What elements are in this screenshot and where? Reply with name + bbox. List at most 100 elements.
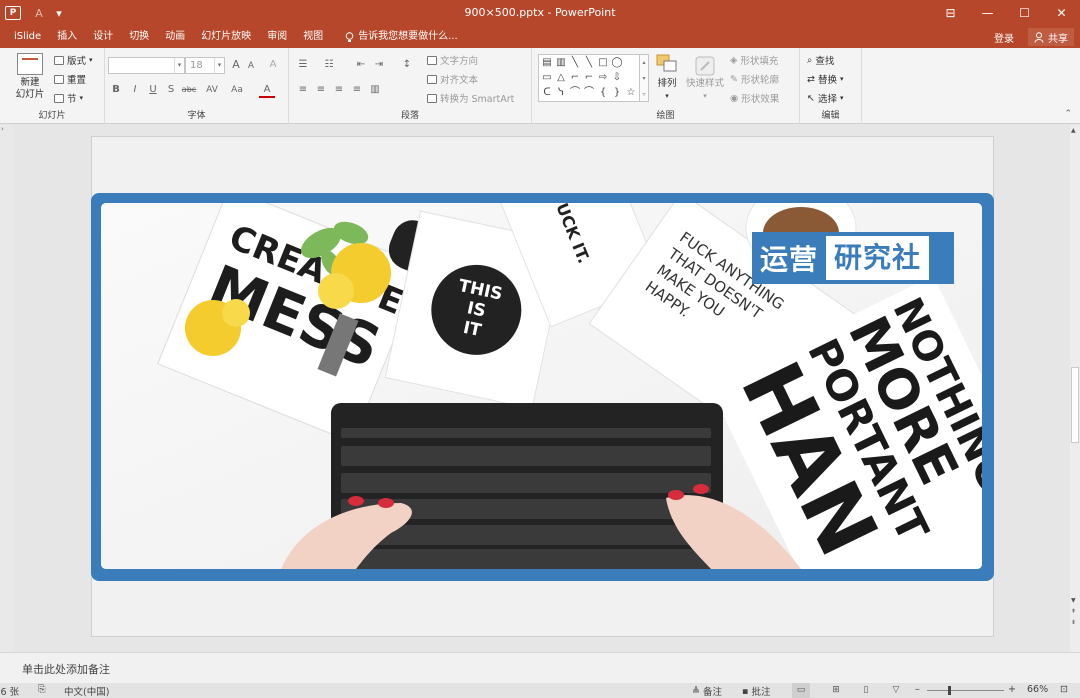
replace-button[interactable]: ⇄ 替换 ▾	[807, 72, 844, 87]
shape-effects-button[interactable]: ◉ 形状效果	[730, 91, 779, 106]
tab-insert[interactable]: 插入	[49, 26, 85, 48]
shape-arc-2[interactable]: ⌒	[582, 85, 596, 100]
shape-elbow-arrow[interactable]: ⌐	[582, 70, 596, 85]
reading-view-button[interactable]: ▯	[857, 683, 875, 698]
fit-to-window-button[interactable]: ⊡	[1060, 684, 1068, 695]
section-button[interactable]: 节 ▾	[54, 91, 83, 105]
shape-text-box[interactable]: ▤	[540, 55, 554, 70]
tell-me-box[interactable]: 告诉我您想要做什么...	[331, 26, 466, 48]
tab-animations[interactable]: 动画	[157, 26, 193, 48]
login-link[interactable]: 登录	[994, 30, 1014, 45]
shape-arrow-line[interactable]: ╲	[582, 55, 596, 70]
expand-pane-icon[interactable]: ›	[1, 125, 4, 133]
shape-fill-button[interactable]: ◈ 形状填充	[730, 53, 778, 68]
text-direction-button[interactable]: 文字方向	[427, 53, 478, 67]
zoom-level[interactable]: 66%	[1027, 684, 1048, 695]
tab-islide[interactable]: iSlide	[0, 26, 49, 48]
shape-outline-button[interactable]: ✎ 形状轮廓	[730, 72, 779, 87]
shape-vertical-text-box[interactable]: ▥	[554, 55, 568, 70]
brand-logo[interactable]: 运营 研究社	[752, 232, 954, 284]
shape-rectangle[interactable]: □	[596, 55, 610, 70]
scroll-up-icon[interactable]: ▲	[1071, 127, 1076, 134]
shape-right-brace[interactable]: }	[610, 85, 624, 100]
underline-button[interactable]: U	[145, 82, 161, 98]
customize-qat-button[interactable]: ▾	[52, 0, 66, 26]
change-case-button[interactable]: Aa	[227, 82, 247, 98]
font-color-button[interactable]: A	[259, 82, 275, 98]
shape-curve[interactable]: ᑕ	[540, 85, 554, 100]
tab-slideshow[interactable]: 幻灯片放映	[193, 26, 259, 48]
close-button[interactable]: ✕	[1043, 0, 1080, 26]
decrease-indent-button[interactable]: ⇤	[353, 57, 369, 73]
shape-right-arrow[interactable]: ⇨	[596, 70, 610, 85]
quick-styles-button[interactable]: 快速样式 ▾	[684, 54, 726, 102]
tab-view[interactable]: 视图	[295, 26, 331, 48]
maximize-button[interactable]: ☐	[1006, 0, 1043, 26]
smartart-button[interactable]: 转换为 SmartArt	[427, 91, 514, 105]
grow-font-button[interactable]: A	[228, 57, 244, 73]
clear-format-button[interactable]: A	[265, 57, 281, 73]
arrange-button[interactable]: 排列 ▾	[654, 54, 680, 102]
thumbnail-pane-collapsed[interactable]: ›	[0, 125, 13, 652]
spellcheck-status[interactable]: ⎘	[38, 684, 46, 695]
collapse-ribbon-icon[interactable]: ⌃	[1064, 109, 1072, 119]
shape-triangle[interactable]: △	[554, 70, 568, 85]
shape-freeform[interactable]: ᓭ	[554, 85, 568, 100]
shape-line[interactable]: ╲	[568, 55, 582, 70]
shape-down-arrow[interactable]: ⇩	[610, 70, 624, 85]
font-size-box[interactable]: 18 ▾	[185, 57, 225, 74]
font-color-quick-button[interactable]: A	[26, 0, 52, 26]
shrink-font-button[interactable]: A	[243, 58, 259, 74]
vertical-scrollbar[interactable]: ▲ ▼ ⇞ ⇟	[1070, 125, 1080, 652]
layout-button[interactable]: 版式 ▾	[54, 53, 93, 67]
shape-oval[interactable]: ◯	[610, 55, 624, 70]
char-spacing-button[interactable]: AV	[201, 82, 223, 98]
align-left-button[interactable]: ≡	[295, 82, 311, 98]
slideshow-button[interactable]: ▽	[887, 683, 905, 698]
shape-rounded-rect[interactable]: ▭	[540, 70, 554, 85]
zoom-slider-thumb[interactable]	[948, 686, 951, 695]
shape-star[interactable]: ☆	[624, 85, 638, 100]
tab-design[interactable]: 设计	[85, 26, 121, 48]
ribbon-display-options-button[interactable]: ⊟	[932, 0, 969, 26]
notes-placeholder[interactable]: 单击此处添加备注	[22, 661, 110, 677]
app-logo-icon[interactable]: P	[0, 0, 26, 26]
zoom-out-button[interactable]: –	[915, 684, 920, 695]
tab-review[interactable]: 审阅	[259, 26, 295, 48]
normal-view-button[interactable]: ▭	[792, 683, 810, 698]
strikethrough-button[interactable]: abc	[179, 82, 199, 98]
align-text-button[interactable]: 对齐文本	[427, 72, 478, 86]
minimize-button[interactable]: —	[969, 0, 1006, 26]
zoom-slider[interactable]	[927, 690, 1004, 691]
notes-pane[interactable]: 单击此处添加备注	[0, 652, 1080, 683]
find-button[interactable]: ⌕ 查找	[807, 53, 834, 68]
bold-button[interactable]: B	[108, 82, 124, 98]
shadow-button[interactable]: S	[163, 82, 179, 98]
justify-button[interactable]: ≡	[349, 82, 365, 98]
italic-button[interactable]: I	[127, 82, 143, 98]
new-slide-button[interactable]: 新建 幻灯片	[10, 53, 50, 101]
shape-left-brace[interactable]: {	[596, 85, 610, 100]
scroll-thumb[interactable]	[1071, 367, 1079, 443]
shapes-gallery[interactable]: ▤ ▥ ╲ ╲ □ ◯ ▭ △ ⌐ ⌐ ⇨ ⇩ ᑕ ᓭ ⌒ ⌒ { } ☆	[538, 54, 640, 102]
tab-transitions[interactable]: 切换	[121, 26, 157, 48]
align-right-button[interactable]: ≡	[331, 82, 347, 98]
increase-indent-button[interactable]: ⇥	[371, 57, 387, 73]
comments-toggle[interactable]: ▪ 批注	[742, 684, 770, 698]
language-status[interactable]: 中文(中国)	[64, 684, 109, 698]
share-button[interactable]: 共享	[1028, 28, 1074, 46]
shapes-gallery-scroll[interactable]: ▴ ▾ ▿	[640, 54, 649, 102]
zoom-in-button[interactable]: +	[1008, 684, 1016, 695]
numbering-button[interactable]: ☷	[321, 57, 337, 73]
notes-toggle[interactable]: ≜ 备注	[692, 684, 722, 698]
scroll-down-icon[interactable]: ▼ ⇞ ⇟	[1071, 595, 1076, 628]
shape-arc[interactable]: ⌒	[568, 85, 582, 100]
align-center-button[interactable]: ≡	[313, 82, 329, 98]
columns-button[interactable]: ▥	[367, 82, 383, 98]
bullets-button[interactable]: ☰	[295, 57, 311, 73]
line-spacing-button[interactable]: ↕	[399, 57, 415, 73]
shape-elbow-connector[interactable]: ⌐	[568, 70, 582, 85]
select-button[interactable]: ↖ 选择 ▾	[807, 91, 844, 106]
slide-sorter-button[interactable]: ⊞	[827, 683, 845, 698]
font-name-box[interactable]: ▾	[108, 57, 185, 74]
